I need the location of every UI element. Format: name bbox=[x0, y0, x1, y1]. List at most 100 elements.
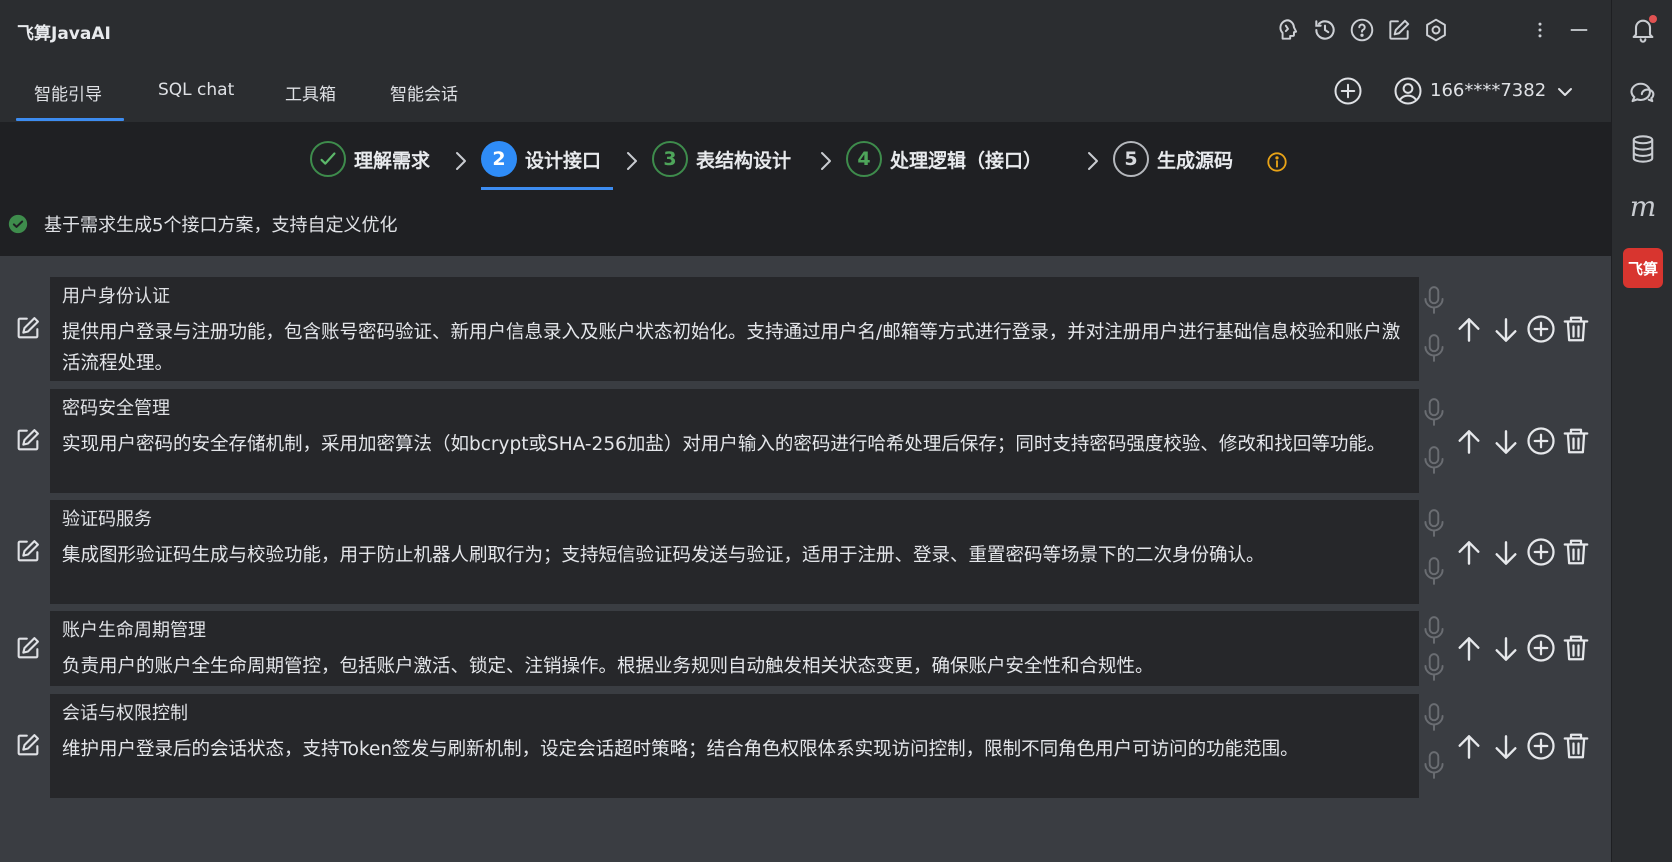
microphone-icon[interactable] bbox=[1421, 702, 1449, 732]
interface-item: 密码安全管理 实现用户密码的安全存储机制，采用加密算法（如bcrypt或SHA-… bbox=[0, 389, 1611, 493]
m-icon[interactable]: m bbox=[1627, 189, 1659, 223]
microphone-icon[interactable] bbox=[1421, 615, 1449, 645]
interface-description[interactable]: 负责用户的账户全生命周期管控，包括账户激活、锁定、注销操作。根据业务规则自动触发… bbox=[62, 651, 1407, 682]
bell-icon[interactable] bbox=[1627, 14, 1659, 46]
step-understand-requirements[interactable]: 理解需求 bbox=[310, 140, 430, 178]
interface-card[interactable]: 会话与权限控制 维护用户登录后的会话状态，支持Token签发与刷新机制，设定会话… bbox=[50, 694, 1419, 798]
interface-description[interactable]: 实现用户密码的安全存储机制，采用加密算法（如bcrypt或SHA-256加盐）对… bbox=[62, 429, 1407, 460]
more-icon[interactable] bbox=[1525, 15, 1555, 45]
history-icon[interactable] bbox=[1310, 15, 1340, 45]
add-icon[interactable] bbox=[1526, 731, 1558, 763]
interface-card[interactable]: 密码安全管理 实现用户密码的安全存储机制，采用加密算法（如bcrypt或SHA-… bbox=[50, 389, 1419, 493]
delete-icon[interactable] bbox=[1561, 537, 1593, 569]
edit-icon[interactable] bbox=[14, 314, 44, 344]
move-down-icon[interactable] bbox=[1490, 633, 1522, 665]
delete-icon[interactable] bbox=[1561, 633, 1593, 665]
microphone-icon[interactable] bbox=[1421, 333, 1449, 363]
status-text: 基于需求生成5个接口方案，支持自定义优化 bbox=[44, 215, 398, 236]
chevron-right-icon bbox=[622, 149, 642, 173]
active-tab-indicator bbox=[16, 118, 124, 121]
status-message: 基于需求生成5个接口方案，支持自定义优化 bbox=[0, 194, 1611, 256]
interface-card[interactable]: 验证码服务 集成图形验证码生成与校验功能，用于防止机器人刷取行为；支持短信验证码… bbox=[50, 500, 1419, 604]
edit-icon[interactable] bbox=[1384, 15, 1414, 45]
interface-item: 验证码服务 集成图形验证码生成与校验功能，用于防止机器人刷取行为；支持短信验证码… bbox=[0, 500, 1611, 604]
step-label: 表结构设计 bbox=[696, 149, 792, 172]
interface-item: 会话与权限控制 维护用户登录后的会话状态，支持Token签发与刷新机制，设定会话… bbox=[0, 694, 1611, 798]
title-bar: 飞算JavaAI bbox=[0, 0, 1611, 60]
minimize-icon[interactable] bbox=[1564, 15, 1594, 45]
move-down-icon[interactable] bbox=[1490, 537, 1522, 569]
move-down-icon[interactable] bbox=[1490, 731, 1522, 763]
microphone-icon[interactable] bbox=[1421, 508, 1449, 538]
edit-icon[interactable] bbox=[14, 731, 44, 761]
delete-icon[interactable] bbox=[1561, 426, 1593, 458]
interface-card[interactable]: 用户身份认证 提供用户登录与注册功能，包含账号密码验证、新用户信息录入及账户状态… bbox=[50, 277, 1419, 381]
move-down-icon[interactable] bbox=[1490, 426, 1522, 458]
edit-icon[interactable] bbox=[14, 426, 44, 456]
move-up-icon[interactable] bbox=[1453, 633, 1485, 665]
move-up-icon[interactable] bbox=[1453, 426, 1485, 458]
interface-item: 账户生命周期管理 负责用户的账户全生命周期管控，包括账户激活、锁定、注销操作。根… bbox=[0, 611, 1611, 686]
brain-icon[interactable] bbox=[1273, 15, 1303, 45]
tab-smart-chat[interactable]: 智能会话 bbox=[390, 80, 458, 105]
interface-item: 用户身份认证 提供用户登录与注册功能，包含账号密码验证、新用户信息录入及账户状态… bbox=[0, 277, 1611, 381]
edit-icon[interactable] bbox=[14, 634, 44, 664]
tab-sql-chat[interactable]: SQL chat bbox=[158, 80, 234, 100]
edit-icon[interactable] bbox=[14, 537, 44, 567]
microphone-icon[interactable] bbox=[1421, 556, 1449, 586]
step-check-icon bbox=[310, 141, 346, 177]
interface-list: 用户身份认证 提供用户登录与注册功能，包含账号密码验证、新用户信息录入及账户状态… bbox=[0, 256, 1611, 862]
app-title: 飞算JavaAI bbox=[17, 24, 111, 44]
step-label: 设计接口 bbox=[525, 149, 602, 172]
interface-description[interactable]: 提供用户登录与注册功能，包含账号密码验证、新用户信息录入及账户状态初始化。支持通… bbox=[62, 317, 1407, 379]
step-label: 处理逻辑（接口） bbox=[890, 149, 1043, 172]
chevron-right-icon bbox=[816, 149, 836, 173]
step-label: 生成源码 bbox=[1157, 149, 1234, 172]
step-generate-source[interactable]: 5 生成源码 bbox=[1113, 140, 1233, 178]
microphone-icon[interactable] bbox=[1421, 750, 1449, 780]
delete-icon[interactable] bbox=[1561, 731, 1593, 763]
info-icon[interactable] bbox=[1266, 151, 1288, 173]
settings-icon[interactable] bbox=[1421, 15, 1451, 45]
add-icon[interactable] bbox=[1526, 633, 1558, 665]
step-table-design[interactable]: 3 表结构设计 bbox=[652, 140, 791, 178]
interface-title[interactable]: 账户生命周期管理 bbox=[62, 617, 1407, 647]
microphone-icon[interactable] bbox=[1421, 445, 1449, 475]
move-down-icon[interactable] bbox=[1490, 314, 1522, 346]
step-design-interface[interactable]: 2 设计接口 bbox=[481, 140, 601, 178]
interface-title[interactable]: 会话与权限控制 bbox=[62, 700, 1407, 730]
active-step-indicator bbox=[481, 187, 613, 190]
brand-icon[interactable]: 飞算 bbox=[1623, 248, 1663, 288]
move-up-icon[interactable] bbox=[1453, 731, 1485, 763]
m-label: m bbox=[1629, 189, 1657, 223]
help-icon[interactable] bbox=[1347, 15, 1377, 45]
new-session-button[interactable] bbox=[1333, 76, 1363, 106]
step-number: 3 bbox=[652, 141, 688, 177]
interface-title[interactable]: 验证码服务 bbox=[62, 506, 1407, 536]
user-avatar-icon[interactable] bbox=[1393, 76, 1423, 106]
move-up-icon[interactable] bbox=[1453, 314, 1485, 346]
microphone-icon[interactable] bbox=[1421, 397, 1449, 427]
move-up-icon[interactable] bbox=[1453, 537, 1485, 569]
interface-description[interactable]: 集成图形验证码生成与校验功能，用于防止机器人刷取行为；支持短信验证码发送与验证，… bbox=[62, 540, 1407, 571]
tab-toolbox[interactable]: 工具箱 bbox=[285, 80, 336, 105]
step-number: 2 bbox=[481, 141, 517, 177]
brand-label: 飞算 bbox=[1627, 259, 1658, 278]
interface-card[interactable]: 账户生命周期管理 负责用户的账户全生命周期管控，包括账户激活、锁定、注销操作。根… bbox=[50, 611, 1419, 686]
microphone-icon[interactable] bbox=[1421, 652, 1449, 682]
chat-icon[interactable] bbox=[1627, 77, 1659, 109]
interface-title[interactable]: 用户身份认证 bbox=[62, 283, 1407, 313]
add-icon[interactable] bbox=[1526, 537, 1558, 569]
interface-title[interactable]: 密码安全管理 bbox=[62, 395, 1407, 425]
add-icon[interactable] bbox=[1526, 314, 1558, 346]
step-processing-logic[interactable]: 4 处理逻辑（接口） bbox=[846, 140, 1042, 178]
delete-icon[interactable] bbox=[1561, 314, 1593, 346]
tab-smart-guide[interactable]: 智能引导 bbox=[34, 80, 102, 105]
interface-description[interactable]: 维护用户登录后的会话状态，支持Token签发与刷新机制，设定会话超时策略；结合角… bbox=[62, 734, 1407, 765]
add-icon[interactable] bbox=[1526, 426, 1558, 458]
microphone-icon[interactable] bbox=[1421, 285, 1449, 315]
database-icon[interactable] bbox=[1627, 133, 1659, 165]
step-number: 4 bbox=[846, 141, 882, 177]
user-phone[interactable]: 166****7382 bbox=[1430, 80, 1546, 101]
chevron-down-icon[interactable] bbox=[1553, 80, 1577, 104]
